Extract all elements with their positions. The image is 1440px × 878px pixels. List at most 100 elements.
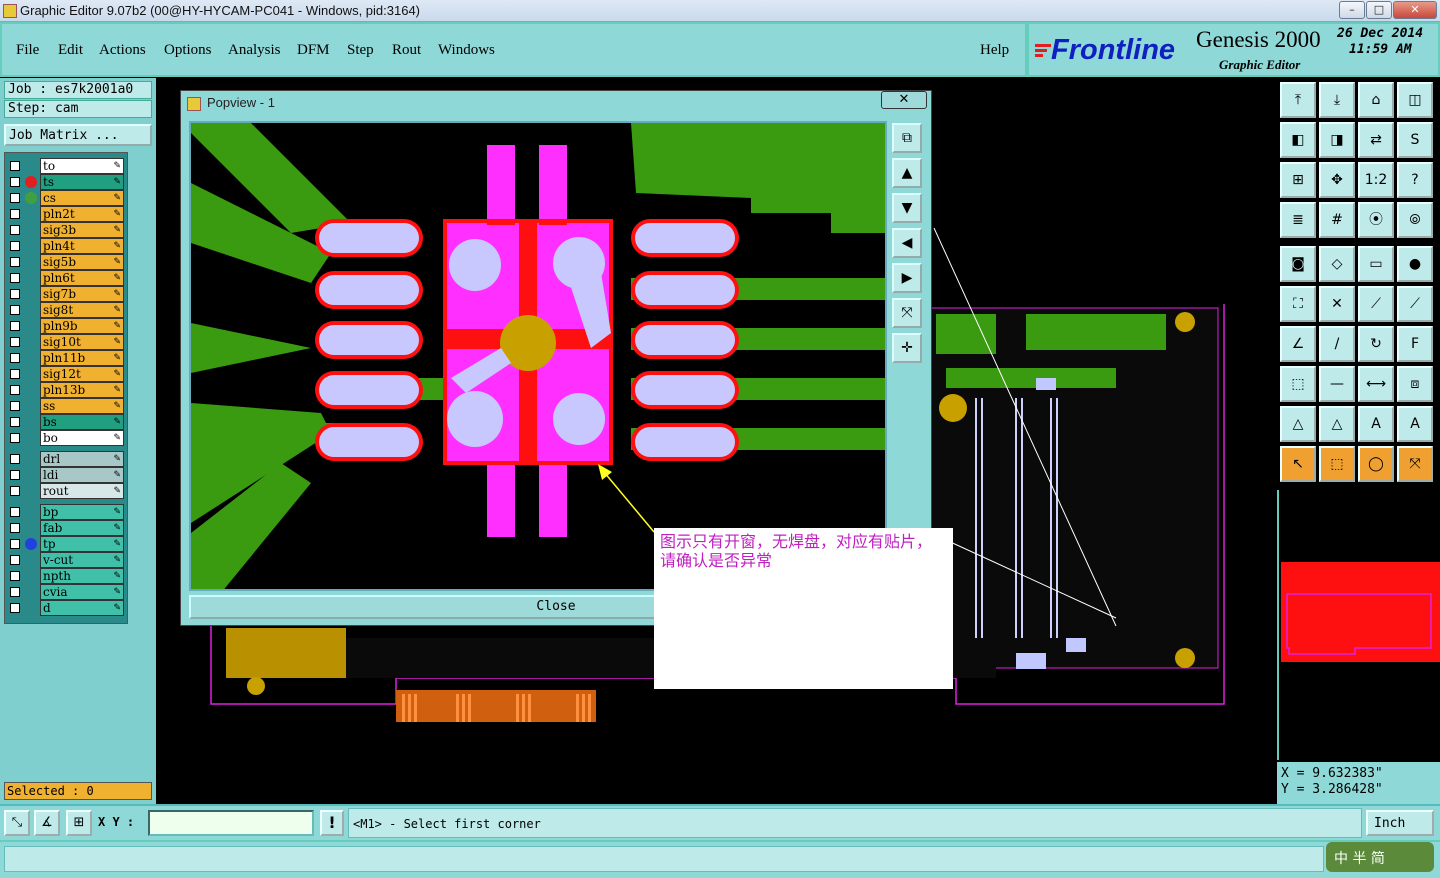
layer-row-drl[interactable]: drl ✎ <box>8 451 124 467</box>
layer-name[interactable]: sig3b ✎ <box>40 222 124 238</box>
layer-checkbox[interactable] <box>10 241 20 251</box>
layer-checkbox[interactable] <box>10 539 20 549</box>
menu-step[interactable]: Step <box>347 42 374 59</box>
pan-left-icon[interactable]: ◧ <box>1280 122 1316 158</box>
units-dropdown[interactable]: Inch <box>1366 810 1434 836</box>
layer-checkbox[interactable] <box>10 486 20 496</box>
layer-checkbox[interactable] <box>10 177 20 187</box>
ruler-icon[interactable]: ≣ <box>1280 202 1316 238</box>
layer-checkbox[interactable] <box>10 523 20 533</box>
layer-row-pln4t[interactable]: pln4t ✎ <box>8 238 124 254</box>
grid-icon[interactable]: # <box>1319 202 1355 238</box>
layer-checkbox[interactable] <box>10 305 20 315</box>
layer-checkbox[interactable] <box>10 273 20 283</box>
select-box-icon[interactable]: ⬚ <box>1319 446 1355 482</box>
popview-close-icon[interactable]: ✕ <box>881 91 927 109</box>
layer-name[interactable]: sig7b ✎ <box>40 286 124 302</box>
ime-indicator[interactable]: 中 半 简 <box>1326 842 1434 872</box>
layer-row-sig7b[interactable]: sig7b ✎ <box>8 286 124 302</box>
scale-icon[interactable]: 1:2 <box>1358 162 1394 198</box>
slash-icon[interactable]: / <box>1319 326 1355 362</box>
snap-icon[interactable]: ⤡ <box>4 810 30 836</box>
layer-row-pln13b[interactable]: pln13b ✎ <box>8 382 124 398</box>
layer-row-pln9b[interactable]: pln9b ✎ <box>8 318 124 334</box>
layer-name[interactable]: sig10t ✎ <box>40 334 124 350</box>
layer-row-npth[interactable]: npth ✎ <box>8 568 124 584</box>
layer-row-to[interactable]: to ✎ <box>8 158 124 174</box>
layer-row-bp[interactable]: bp ✎ <box>8 504 124 520</box>
layer-name[interactable]: tp ✎ <box>40 536 124 552</box>
triangle-blue-icon[interactable]: A <box>1397 406 1433 442</box>
layer-checkbox[interactable] <box>10 385 20 395</box>
job-matrix-button[interactable]: Job Matrix ... <box>4 124 152 146</box>
menu-file[interactable]: File <box>16 42 39 59</box>
zoom-fit-icon[interactable]: ✥ <box>1319 162 1355 198</box>
layer-checkbox[interactable] <box>10 257 20 267</box>
select-circle-icon[interactable]: ◯ <box>1358 446 1394 482</box>
surface-icon[interactable]: ◇ <box>1319 246 1355 282</box>
layer-name[interactable]: fab ✎ <box>40 520 124 536</box>
popview-zoom-in-icon[interactable]: ✛ <box>892 333 922 363</box>
layer-row-rout[interactable]: rout ✎ <box>8 483 124 499</box>
layer-row-bo[interactable]: bo ✎ <box>8 430 124 446</box>
command-line[interactable] <box>4 846 1324 872</box>
layer-name[interactable]: v-cut ✎ <box>40 552 124 568</box>
layer-row-cs[interactable]: cs ✎ <box>8 190 124 206</box>
layer-row-sig12t[interactable]: sig12t ✎ <box>8 366 124 382</box>
menu-dfm[interactable]: DFM <box>297 42 330 59</box>
layer-name[interactable]: sig12t ✎ <box>40 366 124 382</box>
move-up-layer-icon[interactable]: ⤒ <box>1280 82 1316 118</box>
layer-checkbox[interactable] <box>10 571 20 581</box>
layer-checkbox[interactable] <box>10 401 20 411</box>
measure-icon[interactable]: ▭ <box>1358 246 1394 282</box>
layer-name[interactable]: pln4t ✎ <box>40 238 124 254</box>
layer-checkbox[interactable] <box>10 369 20 379</box>
layer-name[interactable]: sig5b ✎ <box>40 254 124 270</box>
layer-checkbox[interactable] <box>10 555 20 565</box>
layer-name[interactable]: ldi ✎ <box>40 467 124 483</box>
layers-red-icon[interactable]: ⦿ <box>1358 202 1394 238</box>
maximize-button[interactable]: □ <box>1366 1 1392 19</box>
layer-row-fab[interactable]: fab ✎ <box>8 520 124 536</box>
popview-zoom-out-icon[interactable]: ⤧ <box>892 298 922 328</box>
line-icon[interactable]: ⟋ <box>1358 286 1394 322</box>
split-view-icon[interactable]: ◫ <box>1397 82 1433 118</box>
angle-icon[interactable]: ∠ <box>1280 326 1316 362</box>
layer-checkbox[interactable] <box>10 321 20 331</box>
popview-down-icon[interactable]: ▼ <box>892 193 922 223</box>
net-icon[interactable]: ⛶ <box>1280 286 1316 322</box>
text-icon[interactable]: F <box>1397 326 1433 362</box>
select-pointer-icon[interactable]: ↖ <box>1280 446 1316 482</box>
layers-red-alt-icon[interactable]: ⦾ <box>1397 202 1433 238</box>
layer-row-ts[interactable]: ts ✎ <box>8 174 124 190</box>
arc-icon[interactable]: ↻ <box>1358 326 1394 362</box>
menu-help[interactable]: Help <box>980 42 1009 59</box>
pan-right-icon[interactable]: ◨ <box>1319 122 1355 158</box>
triangle-icon[interactable]: △ <box>1280 406 1316 442</box>
layer-name[interactable]: bs ✎ <box>40 414 124 430</box>
resize-icon[interactable]: ⟷ <box>1358 366 1394 402</box>
layer-name[interactable]: sig8t ✎ <box>40 302 124 318</box>
layer-name[interactable]: rout ✎ <box>40 483 124 499</box>
layer-name[interactable]: bp ✎ <box>40 504 124 520</box>
layer-row-ldi[interactable]: ldi ✎ <box>8 467 124 483</box>
redraw-icon[interactable]: S <box>1397 122 1433 158</box>
layer-checkbox[interactable] <box>10 507 20 517</box>
popview-canvas[interactable] <box>189 121 887 591</box>
menu-rout[interactable]: Rout <box>392 42 421 59</box>
mirror-icon[interactable]: ⇄ <box>1358 122 1394 158</box>
layer-name[interactable]: pln11b ✎ <box>40 350 124 366</box>
zoom-home-icon[interactable]: ⊞ <box>1280 162 1316 198</box>
layer-checkbox[interactable] <box>10 337 20 347</box>
warning-icon[interactable]: ! <box>320 810 344 836</box>
layer-name[interactable]: pln13b ✎ <box>40 382 124 398</box>
layer-row-d[interactable]: d ✎ <box>8 600 124 616</box>
layer-name[interactable]: ss ✎ <box>40 398 124 414</box>
layer-row-sig8t[interactable]: sig8t ✎ <box>8 302 124 318</box>
home-icon[interactable]: ⌂ <box>1358 82 1394 118</box>
layer-row-pln2t[interactable]: pln2t ✎ <box>8 206 124 222</box>
popview-left-icon[interactable]: ◀ <box>892 228 922 258</box>
grid-snap-icon[interactable]: ⊞ <box>66 810 92 836</box>
close-window-button[interactable]: ✕ <box>1393 1 1437 19</box>
layer-checkbox[interactable] <box>10 289 20 299</box>
